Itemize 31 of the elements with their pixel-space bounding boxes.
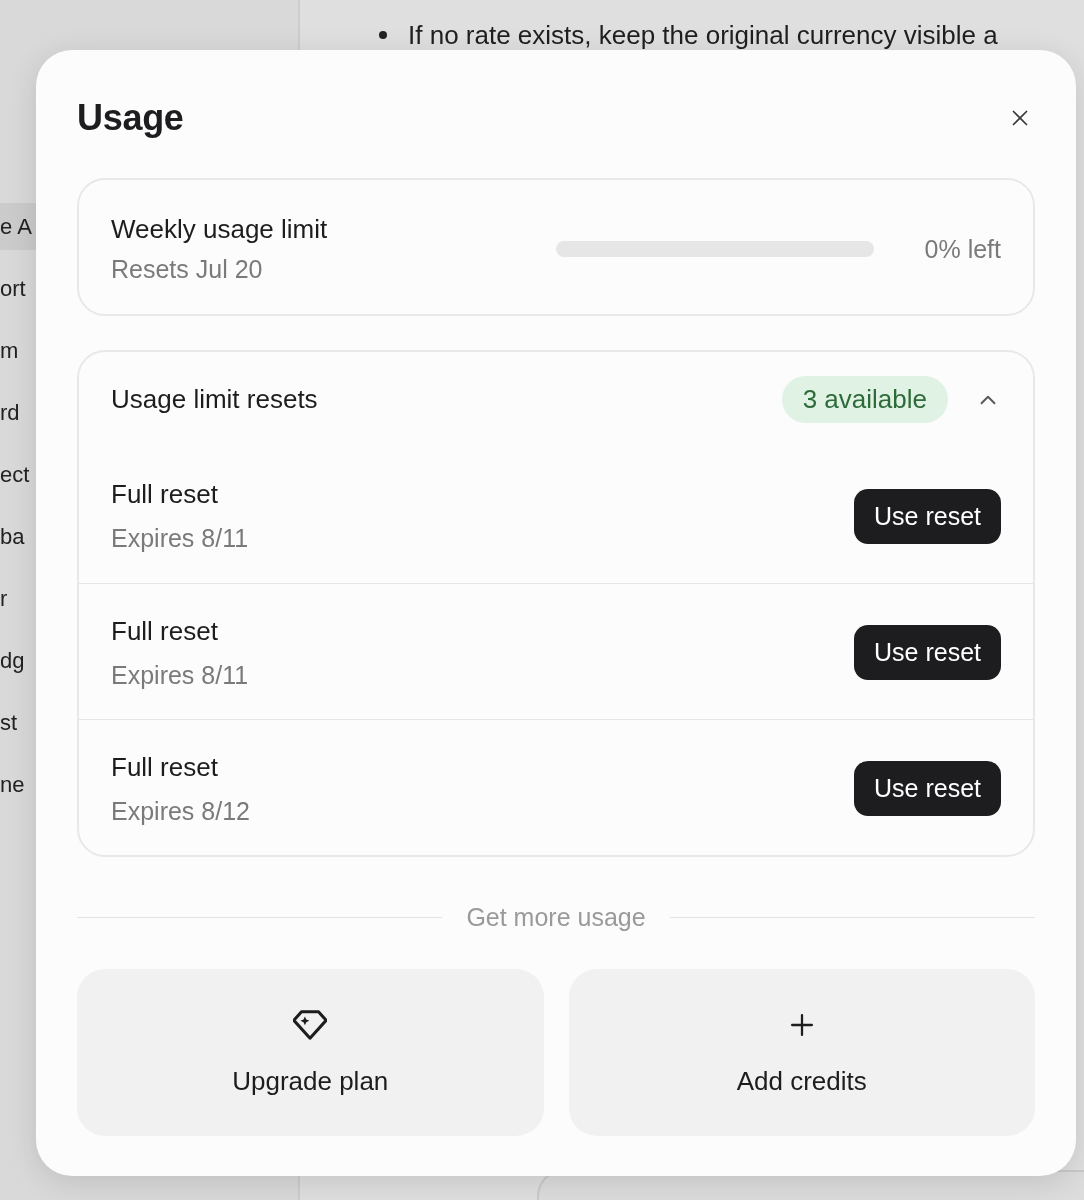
- use-reset-button[interactable]: Use reset: [854, 761, 1001, 816]
- sidebar-item[interactable]: ba: [0, 513, 36, 560]
- reset-date: Resets Jul 20: [111, 254, 263, 285]
- sidebar-item[interactable]: rd: [0, 389, 36, 436]
- section-title: Usage limit resets: [111, 384, 319, 415]
- expiry-date: Expires 8/11: [111, 659, 249, 691]
- limit-title: Weekly usage limit: [111, 213, 328, 246]
- dialog-title: Usage: [77, 96, 184, 140]
- sidebar-item[interactable]: e A: [0, 203, 36, 250]
- reset-title: Full reset: [111, 614, 218, 648]
- document-text: If no rate exists, keep the original currency visible a: [408, 20, 998, 50]
- add-credits-button[interactable]: Add credits: [568, 969, 1035, 1136]
- usage-reading: 0% left: [924, 234, 1001, 264]
- sidebar-item[interactable]: m: [0, 327, 36, 374]
- reset-title: Full reset: [111, 478, 218, 511]
- gem-icon: [293, 1010, 328, 1040]
- sidebar-item[interactable]: dg: [0, 637, 36, 684]
- sidebar-item[interactable]: r: [0, 575, 36, 622]
- use-reset-button[interactable]: Use reset: [854, 625, 1001, 680]
- reset-title: Full reset: [111, 750, 218, 784]
- sidebar-item[interactable]: ort: [0, 265, 36, 312]
- sidebar-item[interactable]: ect: [0, 451, 36, 498]
- use-reset-button[interactable]: Use reset: [854, 488, 1001, 544]
- expiry-date: Expires 8/11: [111, 523, 249, 554]
- expiry-date: Expires 8/12: [111, 795, 250, 827]
- sidebar-item[interactable]: ne: [0, 761, 36, 808]
- bullet-icon: [379, 31, 387, 39]
- section-label: Get more usage: [466, 903, 646, 932]
- upgrade-plan-button[interactable]: Upgrade plan: [77, 969, 544, 1136]
- sidebar-item[interactable]: st: [0, 699, 36, 746]
- available-badge: 3 available: [781, 376, 948, 423]
